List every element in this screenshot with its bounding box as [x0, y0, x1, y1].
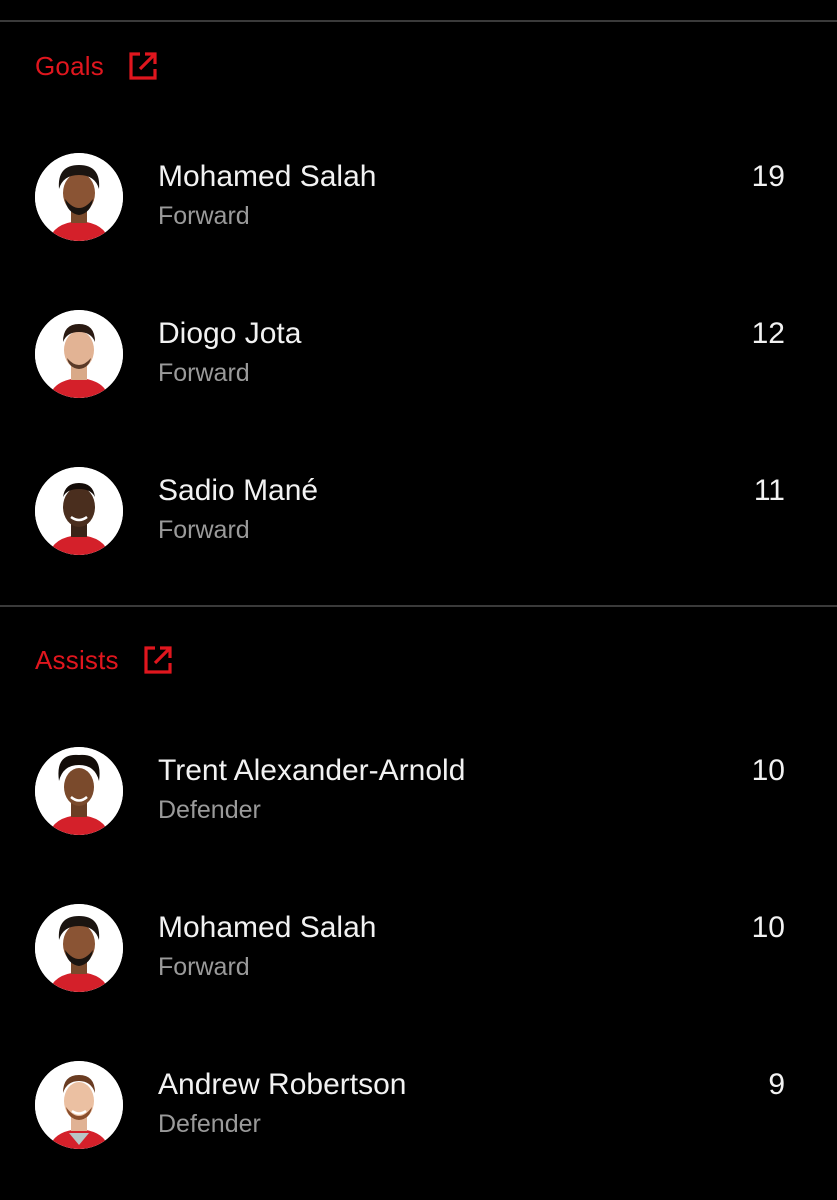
player-position: Forward: [158, 202, 250, 230]
external-link-icon: [126, 49, 160, 83]
player-avatar: [35, 310, 123, 398]
player-name: Sadio Mané: [158, 474, 319, 507]
top-divider: [0, 20, 837, 22]
player-goals-count: 12: [751, 317, 785, 350]
player-position: Forward: [158, 359, 250, 387]
assists-title: Assists: [35, 644, 119, 675]
player-avatar: [35, 904, 123, 992]
player-name: Andrew Robertson: [158, 1068, 407, 1101]
player-assists-count: 10: [751, 754, 785, 787]
player-goals-count: 19: [751, 160, 785, 193]
player-assists-count: 9: [768, 1068, 785, 1101]
player-goals-count: 11: [753, 474, 785, 507]
assists-player-row-2[interactable]: Mohamed Salah Forward 10: [0, 904, 837, 1004]
player-avatar: [35, 747, 123, 835]
player-name: Mohamed Salah: [158, 160, 377, 193]
goals-player-row-2[interactable]: Diogo Jota Forward 12: [0, 310, 837, 410]
player-position: Forward: [158, 953, 250, 981]
player-name: Mohamed Salah: [158, 911, 377, 944]
player-avatar: [35, 467, 123, 555]
player-position: Defender: [158, 1110, 261, 1138]
player-avatar: [35, 153, 123, 241]
goals-title: Goals: [35, 50, 104, 81]
player-position: Forward: [158, 516, 250, 544]
goals-player-row-1[interactable]: Mohamed Salah Forward 19: [0, 153, 837, 253]
player-avatar: [35, 1061, 123, 1149]
section-divider: [0, 605, 837, 607]
goals-header-link[interactable]: Goals: [35, 49, 160, 83]
player-position: Defender: [158, 796, 261, 824]
external-link-icon: [141, 643, 175, 677]
player-name: Diogo Jota: [158, 317, 302, 350]
player-assists-count: 10: [751, 911, 785, 944]
player-name: Trent Alexander-Arnold: [158, 754, 466, 787]
assists-player-row-1[interactable]: Trent Alexander-Arnold Defender 10: [0, 747, 837, 847]
assists-player-row-3[interactable]: Andrew Robertson Defender 9: [0, 1061, 837, 1161]
assists-header-link[interactable]: Assists: [35, 643, 175, 677]
goals-player-row-3[interactable]: Sadio Mané Forward 11: [0, 467, 837, 567]
